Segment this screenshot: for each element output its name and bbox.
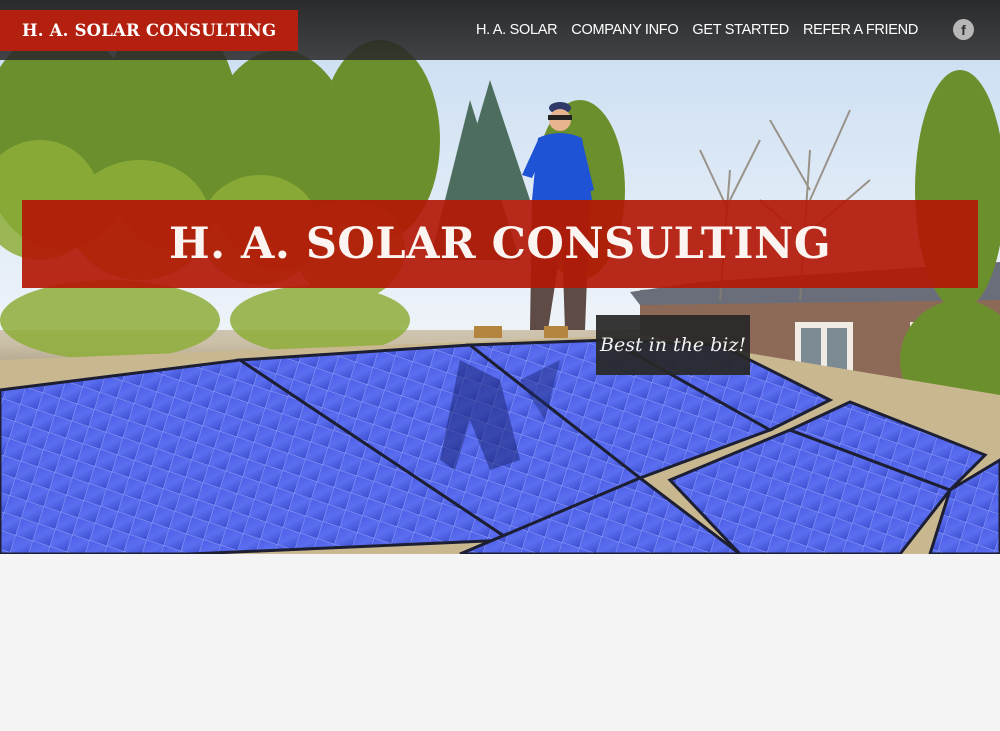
hero-tagline: Best in the biz! — [599, 334, 747, 356]
hero-tagline-box: Best in the biz! — [596, 315, 750, 375]
nav-item-company-info[interactable]: COMPANY INFO — [571, 22, 678, 38]
brand-logo-link[interactable]: H. A. SOLAR CONSULTING — [0, 10, 299, 51]
content-area — [0, 554, 1000, 731]
hero-title-band: H. A. SOLAR CONSULTING — [22, 200, 978, 288]
nav-item-get-started[interactable]: GET STARTED — [692, 22, 789, 38]
page: H. A. SOLAR CONSULTING H. A. SOLAR COMPA… — [0, 0, 1000, 731]
site-header: H. A. SOLAR CONSULTING H. A. SOLAR COMPA… — [0, 0, 1000, 60]
facebook-icon[interactable]: f — [953, 19, 974, 40]
nav-item-refer-a-friend[interactable]: REFER A FRIEND — [803, 22, 918, 38]
hero-title: H. A. SOLAR CONSULTING — [168, 219, 832, 269]
nav-item-ha-solar[interactable]: H. A. SOLAR — [476, 22, 558, 38]
main-nav: H. A. SOLAR COMPANY INFO GET STARTED REF… — [476, 0, 918, 60]
